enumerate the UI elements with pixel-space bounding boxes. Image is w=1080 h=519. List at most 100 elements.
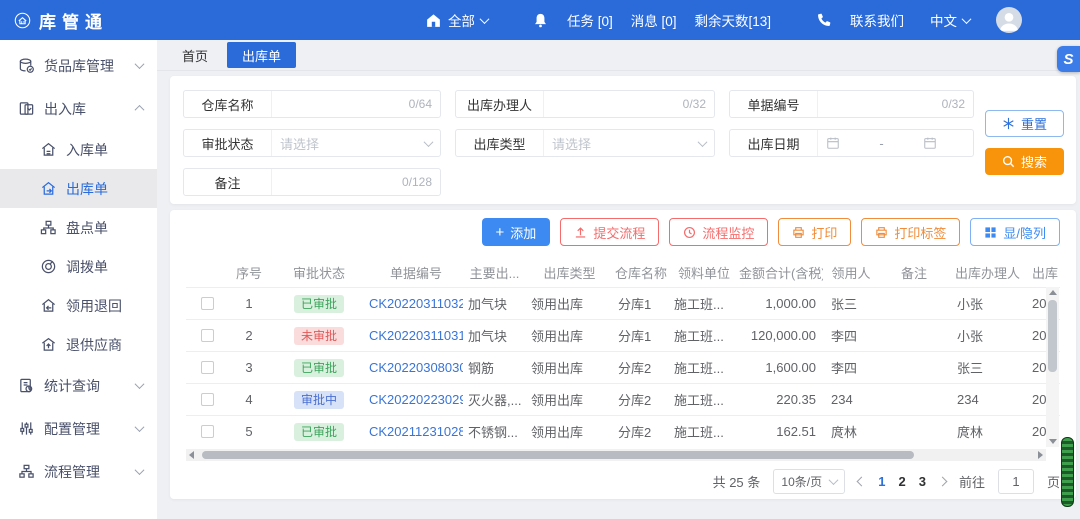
side-extension-button[interactable]: S: [1057, 46, 1080, 72]
app-title: 库管通: [39, 8, 108, 33]
language-selector[interactable]: 中文: [930, 10, 970, 30]
sidebar-item-stats[interactable]: 统计查询: [0, 364, 157, 407]
outbound-table: 序号 审批状态 单据编号 主要出... 出库类型 仓库名称 领料单位 金额合计(…: [186, 258, 1060, 447]
table-panel: + 添加 提交流程 流程监控 打印 打印标签 显/隐列: [170, 210, 1076, 499]
cell-main-item: 不锈钢...: [463, 422, 526, 441]
sidebar-item-config[interactable]: 配置管理: [0, 407, 157, 450]
handler-label: 出库办理人: [456, 91, 544, 117]
print-label-label: 打印标签: [894, 223, 946, 242]
date-end-input[interactable]: [923, 136, 937, 150]
doc-no-link[interactable]: CK20220308030: [369, 360, 463, 375]
vertical-scroll-thumb[interactable]: [1048, 300, 1057, 372]
table-vertical-scrollbar[interactable]: [1046, 287, 1059, 447]
cell-warehouse: 分库1: [613, 294, 669, 313]
out-type-select[interactable]: 请选择: [544, 130, 714, 156]
avatar[interactable]: [996, 7, 1022, 33]
char-counter: 0/64: [409, 97, 432, 111]
doc-no-link[interactable]: CK20211231028: [369, 424, 463, 439]
warehouse-input[interactable]: 0/64: [272, 91, 440, 117]
cell-handler: 小张: [949, 294, 1026, 313]
main-content: 首页 出库单 仓库名称 0/64 出库办理人 0/32 单据编号 0/32: [157, 40, 1080, 519]
bell-icon[interactable]: [532, 12, 549, 29]
sidebar-item-supplier-return[interactable]: 退供应商: [0, 325, 157, 364]
goto-page-input[interactable]: [998, 469, 1034, 494]
toggle-columns-button[interactable]: 显/隐列: [970, 218, 1060, 246]
handler-input[interactable]: 0/32: [544, 91, 714, 117]
tab-home[interactable]: 首页: [167, 42, 223, 68]
scroll-up-arrow-icon[interactable]: [1049, 290, 1057, 295]
doc-no-input[interactable]: 0/32: [818, 91, 973, 117]
sidebar-item-stocktake[interactable]: 盘点单: [0, 208, 157, 247]
scope-selector[interactable]: 全部: [425, 10, 488, 30]
chevron-up-icon: [135, 105, 145, 115]
chevron-down-icon: [698, 137, 708, 147]
doc-no-link[interactable]: CK20220311031: [369, 328, 463, 343]
printer-icon: [792, 226, 805, 239]
pagination: 共 25 条 10条/页 1 2 3 前往 页: [186, 468, 1060, 494]
cell-unit: 施工班...: [669, 326, 739, 345]
cell-amount: 1,600.00: [739, 360, 823, 375]
doc-no-field: 单据编号 0/32: [729, 90, 974, 118]
doc-no-link[interactable]: CK20220311032: [369, 296, 463, 311]
page-number-2[interactable]: 2: [899, 474, 906, 489]
print-label-button[interactable]: 打印标签: [861, 218, 960, 246]
row-checkbox[interactable]: [201, 425, 214, 438]
remark-input[interactable]: 0/128: [272, 169, 440, 195]
chevron-down-icon: [424, 137, 434, 147]
scroll-down-arrow-icon[interactable]: [1049, 439, 1057, 444]
cell-main-item: 钢筋: [463, 358, 526, 377]
add-button[interactable]: + 添加: [482, 218, 551, 246]
column-header: 备注: [879, 263, 949, 282]
sidebar-item-goods-store[interactable]: 货品库管理: [0, 44, 157, 87]
row-checkbox[interactable]: [201, 361, 214, 374]
cell-seq: 3: [229, 360, 269, 375]
sidebar-item-label: 出库单: [66, 179, 108, 199]
sidebar-item-in-out[interactable]: 出入库: [0, 87, 157, 130]
messages-link[interactable]: 消息 [0]: [631, 10, 677, 30]
cell-warehouse: 分库2: [613, 422, 669, 441]
sidebar-item-outbound[interactable]: 出库单: [0, 169, 157, 208]
page-scrollbar-thumb[interactable]: [1061, 437, 1074, 507]
sidebar-item-flow[interactable]: 流程管理: [0, 450, 157, 493]
table-toolbar: + 添加 提交流程 流程监控 打印 打印标签 显/隐列: [186, 218, 1060, 246]
sidebar-item-label: 流程管理: [44, 462, 100, 482]
tab-outbound[interactable]: 出库单: [227, 42, 296, 68]
next-page-button[interactable]: [939, 478, 946, 485]
page-number-1[interactable]: 1: [878, 474, 885, 489]
sidebar-item-return[interactable]: 领用退回: [0, 286, 157, 325]
sidebar-item-inbound[interactable]: 入库单: [0, 130, 157, 169]
column-header: 领用人: [823, 263, 879, 282]
date-start-input[interactable]: [826, 136, 840, 150]
cell-unit: 施工班...: [669, 294, 739, 313]
row-checkbox[interactable]: [201, 393, 214, 406]
tasks-link[interactable]: 任务 [0]: [567, 10, 613, 30]
prev-page-button[interactable]: [858, 478, 865, 485]
submit-flow-label: 提交流程: [593, 223, 645, 242]
date-field: 出库日期 -: [729, 129, 974, 157]
table-horizontal-scrollbar[interactable]: [186, 449, 1046, 461]
reset-button[interactable]: 重置: [985, 110, 1064, 137]
print-button[interactable]: 打印: [778, 218, 851, 246]
scroll-right-arrow-icon[interactable]: [1038, 451, 1043, 459]
row-checkbox[interactable]: [201, 297, 214, 310]
search-button[interactable]: 搜索: [985, 148, 1064, 175]
sidebar-item-label: 配置管理: [44, 419, 100, 439]
inbound-icon: [40, 141, 57, 158]
flow-monitor-button[interactable]: 流程监控: [669, 218, 768, 246]
page-size-select[interactable]: 10条/页: [773, 469, 845, 494]
phone-icon: [815, 12, 832, 29]
page-number-3[interactable]: 3: [919, 474, 926, 489]
horizontal-scroll-thumb[interactable]: [202, 451, 914, 459]
submit-flow-button[interactable]: 提交流程: [560, 218, 659, 246]
scroll-left-arrow-icon[interactable]: [189, 451, 194, 459]
sidebar-item-transfer[interactable]: 调拨单: [0, 247, 157, 286]
contact-link[interactable]: 联系我们: [850, 10, 904, 30]
search-icon: [1002, 155, 1015, 168]
doc-no-link[interactable]: CK20220223029: [369, 392, 463, 407]
chevron-down-icon: [962, 14, 972, 24]
cell-amount: 120,000.00: [739, 328, 823, 343]
char-counter: 0/128: [402, 175, 432, 189]
row-checkbox[interactable]: [201, 329, 214, 342]
approval-field: 审批状态 请选择: [183, 129, 441, 157]
approval-select[interactable]: 请选择: [272, 130, 440, 156]
